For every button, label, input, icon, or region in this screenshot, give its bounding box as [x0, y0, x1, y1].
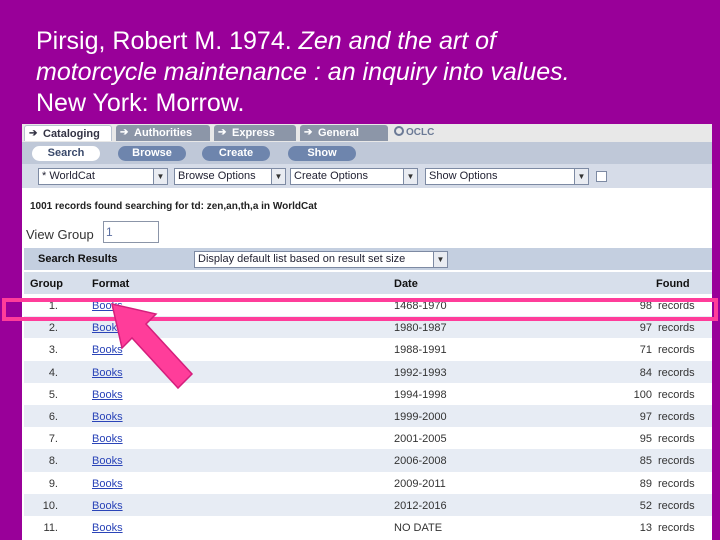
format-link[interactable]: Books [92, 455, 123, 467]
column-date: Date [394, 278, 418, 290]
table-row: 10. Books 2012-2016 52 records [24, 493, 712, 516]
table-row: 8. Books 2006-2008 85 records [24, 449, 712, 472]
search-results-label: Search Results [38, 253, 118, 265]
record-count: 100 [633, 388, 652, 401]
browse-options-select[interactable]: Browse Options ▼ [174, 168, 286, 185]
oclc-ring-icon [394, 126, 404, 136]
table-row: 11. Books NO DATE 13 records [24, 515, 712, 539]
oclc-logo: OCLC [394, 126, 434, 138]
records-unit: records [658, 322, 695, 335]
column-format: Format [92, 278, 130, 290]
format-link[interactable]: Books [92, 522, 123, 534]
record-count: 97 [639, 322, 652, 335]
subnav-show[interactable]: Show [288, 146, 356, 161]
subnav-create[interactable]: Create [202, 146, 270, 161]
group-number: 2. [48, 322, 58, 335]
record-count: 95 [639, 433, 652, 446]
group-number: 8. [48, 455, 58, 468]
tab-authorities[interactable]: ➔ Authorities [116, 125, 210, 141]
slide-title: Pirsig, Robert M. 1974. Zen and the art … [36, 26, 716, 119]
records-unit: records [658, 366, 695, 379]
date-range: 2001-2005 [394, 433, 447, 446]
search-results-header: Search Results Display default list base… [24, 248, 712, 270]
group-number: 10. [42, 499, 58, 512]
chevron-down-icon: ▼ [403, 169, 417, 184]
records-found-message: 1001 records found searching for td: zen… [30, 201, 318, 212]
date-range: 1994-1998 [394, 388, 447, 401]
group-number: 4. [48, 366, 58, 379]
show-options-select[interactable]: Show Options ▼ [425, 168, 589, 185]
date-range: 1988-1991 [394, 344, 447, 357]
record-count: 52 [639, 499, 652, 512]
records-unit: records [658, 433, 695, 446]
records-unit: records [658, 410, 695, 423]
date-range: 2006-2008 [394, 455, 447, 468]
subnav-search[interactable]: Search [32, 146, 100, 161]
chevron-down-icon: ▼ [271, 169, 285, 184]
date-range: 1980-1987 [394, 322, 447, 335]
group-number: 3. [48, 344, 58, 357]
column-found: Found [656, 278, 690, 290]
tab-bar: ➔ Cataloging ➔ Authorities ➔ Express ➔ Gener… [22, 124, 712, 142]
options-checkbox[interactable] [596, 171, 607, 182]
format-link[interactable]: Books [92, 478, 123, 490]
records-unit: records [658, 499, 695, 512]
column-group: Group [30, 278, 63, 290]
date-range: 1999-2000 [394, 410, 447, 423]
view-group-label: View Group [26, 227, 94, 242]
pointer-arrow-icon [111, 303, 194, 390]
date-range: 2009-2011 [394, 477, 446, 490]
tab-general[interactable]: ➔ General [300, 125, 388, 141]
record-count: 89 [639, 477, 652, 490]
record-count: 85 [639, 455, 652, 468]
record-count: 13 [639, 521, 652, 534]
format-link[interactable]: Books [92, 411, 123, 423]
group-number: 9. [48, 477, 58, 490]
group-number: 5. [48, 388, 58, 401]
chevron-down-icon: ▼ [153, 169, 167, 184]
date-range: NO DATE [394, 521, 443, 534]
record-count: 84 [639, 366, 652, 379]
view-group-input[interactable]: 1 [103, 221, 159, 243]
records-unit: records [658, 521, 695, 534]
tab-cataloging[interactable]: ➔ Cataloging [24, 125, 112, 141]
arrow-right-icon: ➔ [304, 127, 313, 138]
records-unit: records [658, 455, 695, 468]
results-table-header: Group Format Date Found [24, 272, 712, 294]
arrow-right-icon: ➔ [29, 128, 38, 139]
arrow-right-icon: ➔ [120, 127, 129, 138]
date-range: 1992-1993 [394, 366, 447, 379]
tab-express[interactable]: ➔ Express [214, 125, 296, 141]
format-link[interactable]: Books [92, 500, 123, 512]
arrow-right-icon: ➔ [218, 127, 227, 138]
sub-navigation: Search Browse Create Show [22, 142, 712, 164]
group-number: 6. [48, 410, 58, 423]
display-option-select[interactable]: Display default list based on result set… [194, 251, 448, 268]
group-number: 7. [48, 433, 58, 446]
table-row: 7. Books 2001-2005 95 records [24, 427, 712, 450]
format-link[interactable]: Books [92, 433, 123, 445]
records-unit: records [658, 388, 695, 401]
citation-publisher: New York: Morrow. [36, 89, 245, 117]
citation-title-part1: Zen and the art of [298, 27, 496, 55]
group-number: 11. [43, 521, 58, 534]
table-row: 9. Books 2009-2011 89 records [24, 471, 712, 494]
subnav-browse[interactable]: Browse [118, 146, 186, 161]
records-unit: records [658, 344, 695, 357]
citation-author-year: Pirsig, Robert M. 1974. [36, 27, 299, 55]
citation-title-part2: motorcycle maintenance : an inquiry into… [36, 58, 570, 86]
database-select[interactable]: * WorldCat ▼ [38, 168, 168, 185]
date-range: 2012-2016 [394, 499, 447, 512]
table-row: 6. Books 1999-2000 97 records [24, 404, 712, 428]
records-unit: records [658, 477, 695, 490]
record-count: 97 [639, 410, 652, 423]
chevron-down-icon: ▼ [433, 252, 447, 267]
create-options-select[interactable]: Create Options ▼ [290, 168, 418, 185]
record-count: 71 [639, 344, 652, 357]
chevron-down-icon: ▼ [574, 169, 588, 184]
options-bar: * WorldCat ▼ Browse Options ▼ Create Optio… [22, 164, 712, 188]
